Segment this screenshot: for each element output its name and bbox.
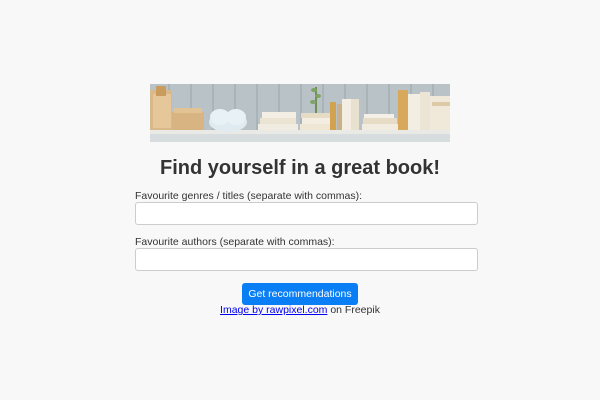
image-credit-link[interactable]: Image by rawpixel.com xyxy=(220,304,327,316)
bookshelf-banner-image xyxy=(150,84,450,142)
image-credit: Image by rawpixel.com on Freepik xyxy=(0,304,600,317)
image-credit-suffix: on Freepik xyxy=(327,304,380,316)
page-title: Find yourself in a great book! xyxy=(159,157,441,179)
genres-input[interactable] xyxy=(135,202,478,225)
page: Find yourself in a great book! Favourite… xyxy=(0,0,600,400)
authors-input[interactable] xyxy=(135,248,478,271)
get-recommendations-button[interactable]: Get recommendations xyxy=(242,283,358,305)
